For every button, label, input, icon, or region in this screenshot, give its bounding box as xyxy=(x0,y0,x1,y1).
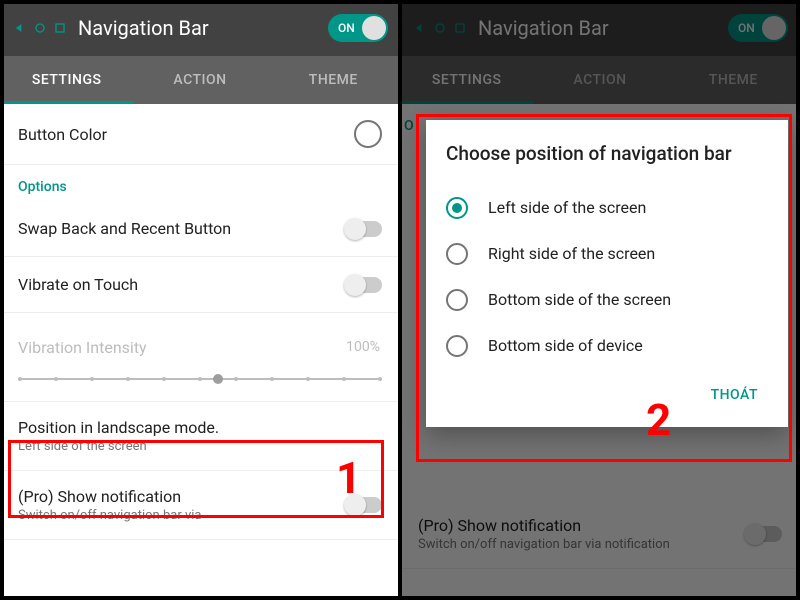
master-toggle[interactable]: ON xyxy=(328,14,388,42)
back-triangle-icon xyxy=(412,20,428,36)
nav-icons xyxy=(12,20,68,36)
app-title: Navigation Bar xyxy=(78,16,318,40)
tab-bar-r: SETTINGS ACTION THEME xyxy=(400,56,800,104)
button-color-label: Button Color xyxy=(18,125,107,144)
tab-theme[interactable]: THEME xyxy=(267,56,400,104)
toggle-on-label: ON xyxy=(338,21,355,35)
vibration-intensity-value: 100% xyxy=(346,339,382,355)
step1-number: 1 xyxy=(336,452,361,504)
settings-screen-step1: Navigation Bar ON SETTINGS ACTION THEME … xyxy=(0,0,400,600)
options-header: Options xyxy=(0,165,400,201)
slider-thumb[interactable] xyxy=(213,374,223,384)
swap-label: Swap Back and Recent Button xyxy=(18,219,231,238)
app-topbar-r: Navigation Bar ON xyxy=(400,0,800,56)
vibrate-label: Vibrate on Touch xyxy=(18,275,138,294)
highlight-step2 xyxy=(416,114,792,462)
row-swap-buttons[interactable]: Swap Back and Recent Button xyxy=(0,201,400,257)
row-vibrate[interactable]: Vibrate on Touch xyxy=(0,257,400,313)
toggle-on-label-r: ON xyxy=(738,21,755,35)
panel-divider xyxy=(398,0,402,600)
toggle-knob-r xyxy=(762,16,786,40)
pro-notif-sub-r: Switch on/off navigation bar via notific… xyxy=(418,537,670,552)
home-circle-icon xyxy=(432,20,448,36)
toggle-knob xyxy=(362,16,386,40)
home-circle-icon xyxy=(32,20,48,36)
swap-switch[interactable] xyxy=(346,221,382,237)
back-triangle-icon xyxy=(12,20,28,36)
row-button-color[interactable]: Button Color xyxy=(0,104,400,165)
vibration-slider[interactable] xyxy=(0,369,400,401)
row-vibration-intensity: Vibration Intensity 100% xyxy=(0,313,400,369)
tab-settings[interactable]: SETTINGS xyxy=(0,56,133,104)
master-toggle-r[interactable]: ON xyxy=(728,14,788,42)
step2-number: 2 xyxy=(646,394,671,446)
pro-notif-label-r: (Pro) Show notification xyxy=(418,516,670,535)
pro-notif-switch-r[interactable] xyxy=(746,526,782,542)
app-title-r: Navigation Bar xyxy=(478,16,718,40)
tab-settings-r[interactable]: SETTINGS xyxy=(400,56,533,104)
tab-action-r[interactable]: ACTION xyxy=(533,56,666,104)
recent-square-icon xyxy=(452,20,468,36)
position-title: Position in landscape mode. xyxy=(18,418,219,437)
vibrate-switch[interactable] xyxy=(346,277,382,293)
row-pro-notification-r[interactable]: (Pro) Show notification Switch on/off na… xyxy=(400,500,800,569)
tab-bar: SETTINGS ACTION THEME xyxy=(0,56,400,104)
color-swatch-icon xyxy=(354,120,382,148)
highlight-step1 xyxy=(8,440,384,518)
tab-action[interactable]: ACTION xyxy=(133,56,266,104)
vibration-intensity-label: Vibration Intensity xyxy=(18,338,147,357)
nav-icons-r xyxy=(412,20,468,36)
tab-theme-r[interactable]: THEME xyxy=(667,56,800,104)
recent-square-icon xyxy=(52,20,68,36)
settings-screen-step2: Navigation Bar ON SETTINGS ACTION THEME … xyxy=(400,0,800,600)
app-topbar: Navigation Bar ON xyxy=(0,0,400,56)
